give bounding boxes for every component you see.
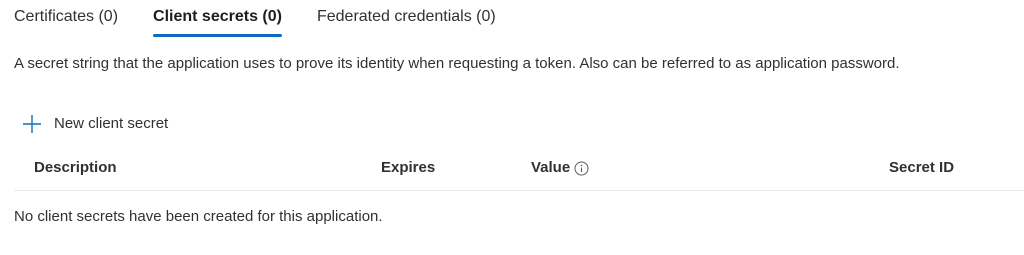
tab-client-secrets-label: Client secrets (0) <box>153 8 282 25</box>
tab-list: Certificates (0) Client secrets (0) Fede… <box>14 0 531 40</box>
plus-icon <box>22 114 42 134</box>
column-header-value[interactable]: Value <box>531 158 589 178</box>
new-client-secret-button[interactable]: New client secret <box>22 112 168 136</box>
tab-certificates[interactable]: Certificates (0) <box>14 0 118 37</box>
info-icon[interactable] <box>574 161 589 176</box>
column-header-value-label: Value <box>531 159 571 176</box>
column-header-description-label: Description <box>34 159 117 176</box>
column-header-expires[interactable]: Expires <box>381 158 435 178</box>
section-description: A secret string that the application use… <box>14 55 900 72</box>
new-client-secret-label: New client secret <box>54 115 169 132</box>
empty-state-message: No client secrets have been created for … <box>14 208 383 225</box>
tab-federated-credentials-label: Federated credentials (0) <box>316 8 496 25</box>
secrets-table-header: Description Expires Value Secret ID <box>14 150 1024 191</box>
column-header-description[interactable]: Description <box>34 158 117 178</box>
tab-federated-credentials[interactable]: Federated credentials (0) <box>317 0 496 37</box>
tab-certificates-label: Certificates (0) <box>14 8 119 25</box>
column-header-secret-id-label: Secret ID <box>889 159 955 176</box>
column-header-expires-label: Expires <box>381 159 436 176</box>
tab-client-secrets[interactable]: Client secrets (0) <box>153 0 282 37</box>
column-header-secret-id[interactable]: Secret ID <box>889 158 954 178</box>
